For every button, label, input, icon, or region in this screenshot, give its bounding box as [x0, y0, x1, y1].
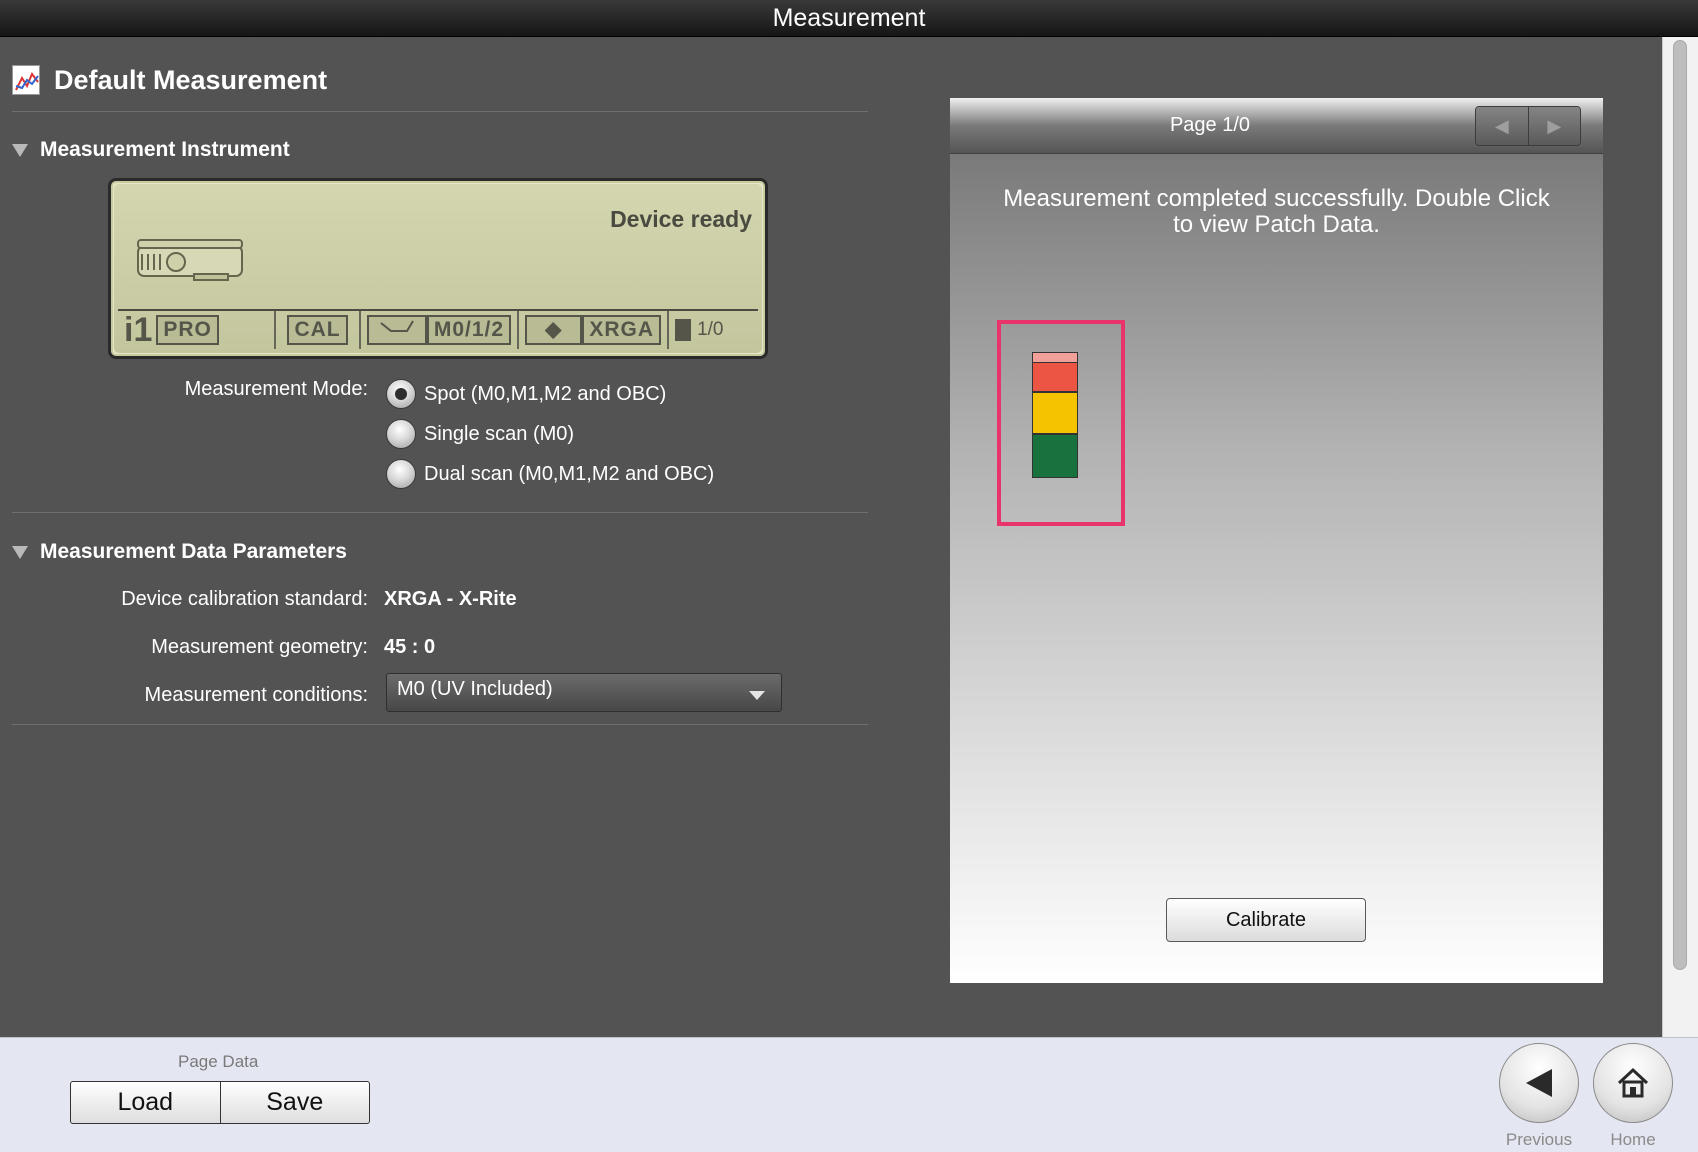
page-icon — [675, 319, 692, 341]
divider — [12, 512, 868, 513]
cal-indicator: CAL — [287, 315, 348, 345]
radio-button[interactable] — [386, 459, 416, 489]
arrow-left-icon — [1526, 1069, 1552, 1097]
spectrophotometer-icon — [134, 236, 246, 291]
page-nav: ◀ ▶ — [1475, 106, 1581, 146]
page-data-buttons: Load Save — [70, 1081, 370, 1124]
patch-panel: Page 1/0 ◀ ▶ Measurement completed succe… — [950, 98, 1603, 983]
page-indicator: Page 1/0 — [1169, 114, 1251, 136]
page-data-label: Page Data — [178, 1052, 259, 1071]
divider — [12, 724, 868, 725]
section-measurement-data-parameters[interactable]: Measurement Data Parameters — [12, 540, 347, 564]
home-button[interactable] — [1593, 1043, 1673, 1123]
brand-i1: i1 — [124, 310, 153, 349]
mode-option-single-scan[interactable]: Single scan (M0) — [386, 419, 574, 449]
disclosure-triangle-icon[interactable] — [12, 143, 28, 157]
conditions-selected-value: M0 (UV Included) — [397, 678, 553, 700]
page-title: Default Measurement — [54, 64, 328, 95]
calibration-standard-label: Device calibration standard: — [121, 588, 368, 610]
scroll-thumb[interactable] — [1673, 40, 1687, 970]
geometry-value: 45 : 0 — [384, 636, 436, 658]
scan-arrow-icon — [367, 315, 427, 345]
radio-button[interactable] — [386, 419, 416, 449]
chevron-down-icon — [749, 691, 765, 700]
save-button[interactable]: Save — [221, 1082, 370, 1123]
arrow-right-icon[interactable]: ▶ — [1528, 107, 1580, 145]
measurement-mode-label: Measurement Mode: — [184, 378, 368, 400]
color-patch[interactable] — [1032, 392, 1078, 434]
conditions-label: Measurement conditions: — [144, 684, 368, 706]
page-header: Default Measurement — [12, 60, 327, 100]
disclosure-triangle-icon[interactable] — [12, 545, 28, 559]
lcd-status-bar: i1 PRO CAL M0/1/2 ◆ XRGA 1/0 — [118, 309, 758, 349]
mode-label: Dual scan (M0,M1,M2 and OBC) — [424, 462, 715, 485]
section-title: Measurement Instrument — [40, 138, 290, 161]
mode-indicator: M0/1/2 — [426, 315, 512, 345]
geometry-label: Measurement geometry: — [151, 636, 368, 658]
patch-panel-header: Page 1/0 ◀ ▶ — [950, 98, 1603, 154]
mode-option-spot[interactable]: Spot (M0,M1,M2 and OBC) — [386, 379, 666, 409]
previous-label: Previous — [1505, 1130, 1573, 1149]
instrument-lcd-display: Device ready i1 PRO CAL M0/1/2 ◆ XRGA 1/… — [108, 178, 768, 359]
section-title: Measurement Data Parameters — [40, 540, 347, 563]
status-message: Measurement completed successfully. Doub… — [1003, 185, 1550, 238]
device-status: Device ready — [610, 206, 752, 232]
load-button[interactable]: Load — [71, 1082, 221, 1123]
previous-button[interactable] — [1499, 1043, 1579, 1123]
conditions-dropdown[interactable]: M0 (UV Included) — [386, 673, 782, 712]
divider — [12, 111, 868, 112]
window-title: Measurement — [0, 0, 1698, 37]
footer-bar: Page Data Load Save Previous Home — [0, 1037, 1698, 1152]
brand-pro: PRO — [156, 315, 219, 345]
color-patch[interactable] — [1032, 434, 1078, 478]
patch-selection-highlight[interactable] — [997, 320, 1125, 526]
vertical-scrollbar[interactable] — [1662, 37, 1698, 1037]
mode-label: Spot (M0,M1,M2 and OBC) — [424, 382, 667, 405]
target-icon: ◆ — [525, 315, 583, 345]
color-patch[interactable] — [1032, 362, 1078, 392]
home-label: Home — [1610, 1130, 1656, 1149]
arrow-left-icon[interactable]: ◀ — [1476, 107, 1529, 145]
measurement-count: 1/0 — [697, 319, 724, 340]
home-icon — [1617, 1067, 1649, 1098]
radio-button[interactable] — [386, 379, 416, 409]
calibration-standard-value: XRGA - X-Rite — [384, 588, 517, 610]
chart-document-icon — [12, 65, 40, 95]
mode-label: Single scan (M0) — [424, 422, 575, 445]
mode-option-dual-scan[interactable]: Dual scan (M0,M1,M2 and OBC) — [386, 459, 714, 489]
section-measurement-instrument[interactable]: Measurement Instrument — [12, 138, 290, 162]
standard-indicator: XRGA — [582, 315, 662, 345]
calibrate-button[interactable]: Calibrate — [1166, 898, 1366, 942]
